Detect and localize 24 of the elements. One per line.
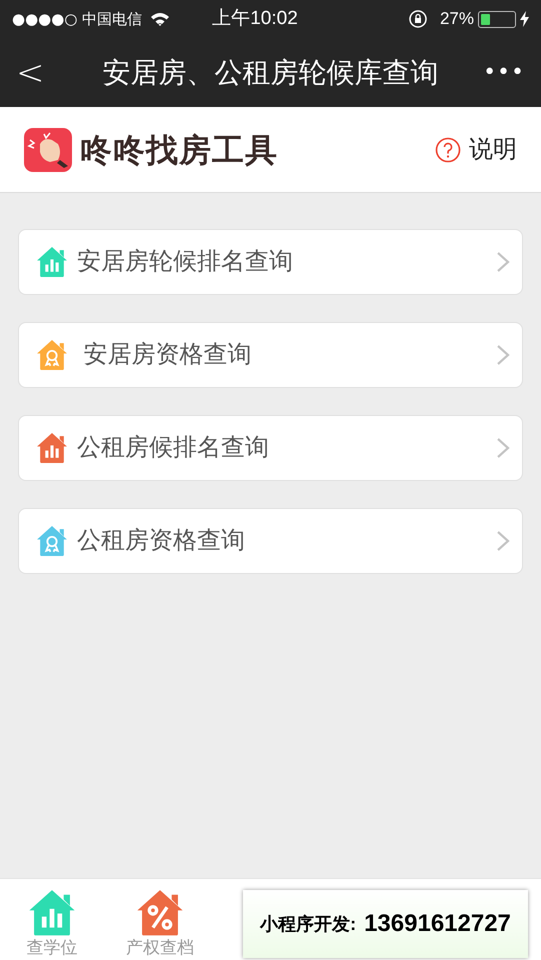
battery-icon	[478, 10, 516, 28]
battery-percent: 27%	[440, 8, 474, 30]
chevron-right-icon	[496, 344, 510, 366]
carrier: ●●●●○ 中国电信	[12, 8, 142, 30]
wifi-icon	[150, 12, 170, 26]
fist-logo-icon	[24, 128, 72, 172]
menu-item[interactable]: 安居房轮候排名查询	[18, 229, 523, 295]
popup-label: 小程序开发:	[260, 912, 356, 936]
charging-icon	[520, 11, 529, 27]
chevron-right-icon	[496, 251, 510, 273]
chevron-right-icon	[496, 530, 510, 552]
page-title: 安居房、公租房轮候库查询	[102, 56, 440, 90]
clock: 上午10:02	[212, 6, 298, 31]
help-button[interactable]: 说明	[435, 132, 517, 168]
menu-item[interactable]: 公租房资格查询	[18, 508, 523, 574]
menu-item[interactable]: 安居房资格查询	[18, 322, 523, 388]
rotation-lock-icon	[408, 9, 428, 29]
brand-name: 咚咚找房工具	[80, 130, 278, 170]
phone-number: 13691612727	[364, 909, 511, 939]
menu-item[interactable]: 公租房候排名查询	[18, 415, 523, 481]
more-button[interactable]: •••	[483, 56, 525, 89]
chevron-right-icon	[496, 437, 510, 459]
help-icon	[435, 136, 461, 162]
back-button[interactable]: <	[16, 56, 42, 90]
